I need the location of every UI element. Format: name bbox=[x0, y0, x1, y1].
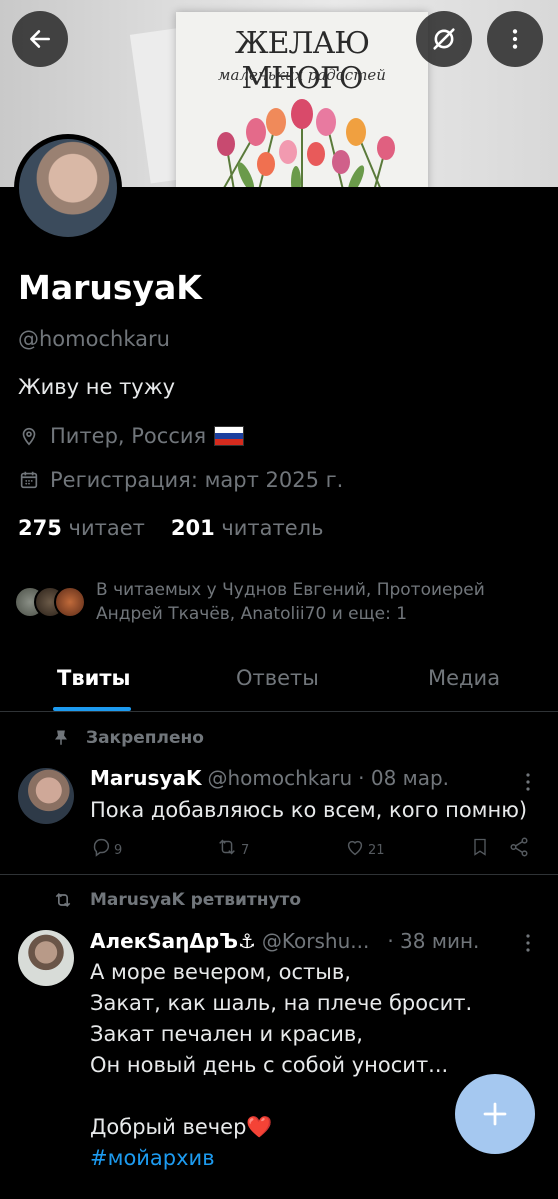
arrow-left-icon bbox=[30, 30, 50, 48]
active-tab-indicator bbox=[53, 707, 131, 711]
pinned-tweet-header: MarusyaK @homochkaru · 08 мар. bbox=[90, 766, 449, 790]
retweet-button[interactable]: 7 bbox=[215, 836, 249, 858]
avatar bbox=[54, 586, 86, 618]
tweet-author[interactable]: MarusyaK bbox=[90, 766, 201, 790]
eye-off-icon bbox=[433, 28, 455, 50]
retweet-context: MarusyaK ретвитнуто bbox=[52, 890, 301, 910]
retweet-icon bbox=[52, 890, 74, 910]
reply-count: 9 bbox=[114, 842, 123, 858]
tweet-handle: @Korshu... bbox=[261, 929, 370, 953]
retweet-count: 7 bbox=[241, 842, 250, 858]
tweet-time: · 08 мар. bbox=[358, 766, 450, 790]
pinned-label: Закреплено bbox=[52, 728, 204, 748]
joined-text: Регистрация: март 2025 г. bbox=[50, 468, 344, 492]
following-link[interactable]: 275 читает bbox=[18, 516, 145, 540]
profile-tabs: Твиты Ответы Медиа bbox=[0, 650, 558, 712]
profile-avatar[interactable] bbox=[14, 134, 122, 242]
banner-card: ЖЕЛАЮ МНОГО маленьких радостей bbox=[176, 12, 428, 187]
follow-stats: 275 читает 201 читатель bbox=[18, 516, 323, 540]
hashtag-link[interactable]: #мойархив bbox=[90, 1143, 472, 1174]
more-vertical-icon[interactable] bbox=[524, 772, 532, 792]
retweet-author-avatar[interactable] bbox=[18, 930, 74, 986]
calendar-icon bbox=[18, 469, 42, 491]
more-button[interactable] bbox=[487, 11, 543, 67]
tweet-author[interactable]: АлекSаηΔрЪ⚓ bbox=[90, 929, 256, 953]
profile-handle: @homochkaru bbox=[18, 327, 170, 351]
reply-icon bbox=[93, 838, 110, 857]
following-count: 275 bbox=[18, 516, 62, 540]
more-vertical-icon bbox=[512, 29, 518, 49]
tulips-illustration bbox=[217, 99, 395, 187]
bookmark-icon bbox=[474, 838, 486, 856]
tweet-line: Закат, как шаль, на плече бросит. bbox=[90, 991, 473, 1015]
retweet-text: А море вечером, остыв, Закат, как шаль, … bbox=[90, 957, 472, 1174]
compose-button[interactable] bbox=[455, 1074, 535, 1154]
share-icon bbox=[510, 837, 528, 857]
tweet-time: · 38 мин. bbox=[387, 929, 480, 953]
tweet-handle: @homochkaru bbox=[207, 766, 353, 790]
location-pin-icon bbox=[18, 425, 42, 447]
plus-icon bbox=[483, 1102, 507, 1126]
like-button[interactable]: 21 bbox=[344, 836, 385, 858]
followed-by[interactable]: В читаемых у Чуднов Евгений, Протоиерей … bbox=[14, 578, 526, 626]
followers-count: 201 bbox=[170, 516, 215, 540]
tab-replies[interactable]: Ответы bbox=[236, 666, 319, 690]
pinned-tweet-text: Пока добавляюсь ко всем, кого помню) bbox=[90, 798, 528, 822]
followed-by-text: В читаемых у Чуднов Евгений, Протоиерей … bbox=[96, 580, 485, 624]
location-text: Питер, Россия bbox=[50, 424, 207, 448]
profile-bio: Живу не тужу bbox=[18, 375, 176, 399]
retweet-header: АлекSаηΔрЪ⚓ @Korshu... · 38 мин. bbox=[90, 929, 479, 953]
tweet-line: Он новый день с собой уносит... bbox=[90, 1053, 449, 1077]
tweet-line: А море вечером, остыв, bbox=[90, 960, 351, 984]
pinned-text: Закреплено bbox=[86, 728, 204, 748]
banner-card-subtitle: маленьких радостей bbox=[218, 66, 386, 84]
tweet-line: Добрый вечер❤️ bbox=[90, 1115, 273, 1139]
pin-icon bbox=[52, 728, 70, 748]
followers-label: читатель bbox=[221, 516, 324, 540]
tweet-line: Закат печален и красив, bbox=[90, 1022, 363, 1046]
retweet-context-text: MarusyaK ретвитнуто bbox=[90, 890, 302, 910]
heart-icon bbox=[347, 840, 363, 856]
banner-card-title: ЖЕЛАЮ МНОГО bbox=[234, 26, 370, 96]
tweet-actions: 9 7 21 bbox=[90, 836, 530, 860]
hide-button[interactable] bbox=[416, 11, 472, 67]
russia-flag-icon bbox=[214, 426, 245, 446]
more-vertical-icon[interactable] bbox=[524, 933, 532, 953]
profile-joined: Регистрация: март 2025 г. bbox=[18, 468, 343, 492]
profile-location: Питер, Россия bbox=[18, 424, 245, 448]
reply-button[interactable]: 9 bbox=[90, 836, 122, 858]
profile-name: MarusyaK bbox=[18, 268, 202, 307]
following-label: читает bbox=[68, 516, 145, 540]
bookmark-button[interactable] bbox=[470, 836, 490, 858]
tweet-divider bbox=[0, 874, 558, 875]
profile-avatar-image bbox=[19, 139, 117, 237]
tab-media[interactable]: Медиа bbox=[428, 666, 500, 690]
followers-link[interactable]: 201 читатель bbox=[171, 516, 324, 540]
share-button[interactable] bbox=[508, 836, 530, 858]
back-button[interactable] bbox=[12, 11, 68, 67]
pinned-tweet-avatar[interactable] bbox=[18, 768, 74, 824]
tab-tweets[interactable]: Твиты bbox=[57, 666, 131, 690]
retweet-icon bbox=[219, 839, 235, 855]
followed-by-avatars bbox=[14, 586, 86, 618]
like-count: 21 bbox=[368, 842, 385, 858]
